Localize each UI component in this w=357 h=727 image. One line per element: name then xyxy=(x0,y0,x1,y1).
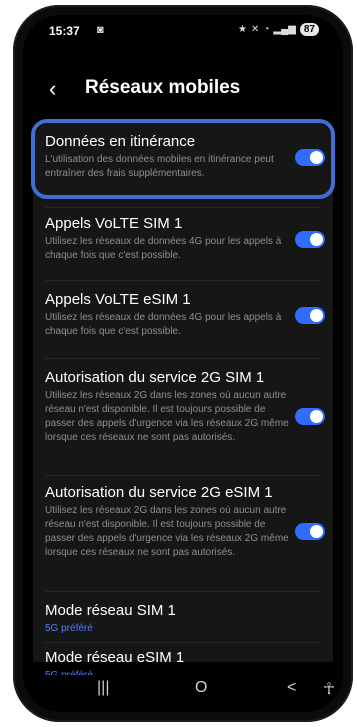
setting-title: Mode réseau SIM 1 xyxy=(45,602,176,619)
back-arrow-icon[interactable]: ‹ xyxy=(49,76,56,102)
setting-2g-esim1[interactable]: Autorisation du service 2G eSIM 1 Utilis… xyxy=(45,484,295,560)
navigation-bar: ||| O < ☥ xyxy=(23,675,343,712)
mute-icon: ✕ xyxy=(250,24,260,35)
setting-volte-sim1[interactable]: Appels VoLTE SIM 1 Utilisez les réseaux … xyxy=(45,215,295,263)
phone-frame: 15:37 ◙ ★ ✕ ◔ ▂▄▆ 87 ‹ Réseaux mobiles D… xyxy=(13,5,353,722)
accessibility-icon[interactable]: ☥ xyxy=(323,679,335,699)
divider xyxy=(45,591,321,592)
toggle-knob xyxy=(310,410,323,423)
setting-title: Autorisation du service 2G eSIM 1 xyxy=(45,484,273,501)
divider xyxy=(45,280,321,281)
toggle-knob xyxy=(310,309,323,322)
divider xyxy=(45,207,321,208)
toggle-2g-sim1[interactable] xyxy=(295,408,325,425)
toggle-volte-esim1[interactable] xyxy=(295,307,325,324)
divider xyxy=(45,358,321,359)
setting-2g-sim1[interactable]: Autorisation du service 2G SIM 1 Utilise… xyxy=(45,369,295,445)
divider xyxy=(45,475,321,476)
star-icon: ★ xyxy=(238,24,247,35)
setting-title: Autorisation du service 2G SIM 1 xyxy=(45,369,265,386)
status-bar: 15:37 ◙ ★ ✕ ◔ ▂▄▆ 87 xyxy=(23,15,343,45)
back-button[interactable]: < xyxy=(287,679,296,697)
setting-title: Appels VoLTE SIM 1 xyxy=(45,215,183,232)
toggle-volte-sim1[interactable] xyxy=(295,231,325,248)
status-time: 15:37 xyxy=(49,24,80,38)
notification-icon: ◙ xyxy=(97,24,104,36)
setting-volte-esim1[interactable]: Appels VoLTE eSIM 1 Utilisez les réseaux… xyxy=(45,291,295,339)
setting-description: Utilisez les réseaux 2G dans les zones o… xyxy=(45,390,289,443)
highlight-box xyxy=(31,119,335,199)
home-button[interactable]: O xyxy=(195,679,207,697)
toggle-knob xyxy=(310,525,323,538)
setting-network-mode-sim1[interactable]: Mode réseau SIM 1 5G préféré xyxy=(45,602,295,636)
setting-title: Mode réseau eSIM 1 xyxy=(45,649,185,666)
page-title: Réseaux mobiles xyxy=(85,77,241,98)
screen: 15:37 ◙ ★ ✕ ◔ ▂▄▆ 87 ‹ Réseaux mobiles D… xyxy=(23,15,343,712)
signal-icon: ▂▄▆ xyxy=(273,24,296,35)
recent-apps-button[interactable]: ||| xyxy=(97,679,109,697)
page-header: ‹ Réseaux mobiles xyxy=(23,71,343,111)
battery-indicator: 87 xyxy=(299,23,319,36)
setting-description: Utilisez les réseaux de données 4G pour … xyxy=(45,312,282,337)
setting-title: Appels VoLTE eSIM 1 xyxy=(45,291,191,308)
setting-value: 5G préféré xyxy=(45,623,93,634)
divider xyxy=(45,642,321,643)
setting-description: Utilisez les réseaux de données 4G pour … xyxy=(45,236,282,261)
toggle-2g-esim1[interactable] xyxy=(295,523,325,540)
status-icons: ★ ✕ ◔ ▂▄▆ 87 xyxy=(238,23,319,36)
setting-description: Utilisez les réseaux 2G dans les zones o… xyxy=(45,505,289,558)
wifi-icon: ◔ xyxy=(263,24,270,35)
toggle-knob xyxy=(310,233,323,246)
